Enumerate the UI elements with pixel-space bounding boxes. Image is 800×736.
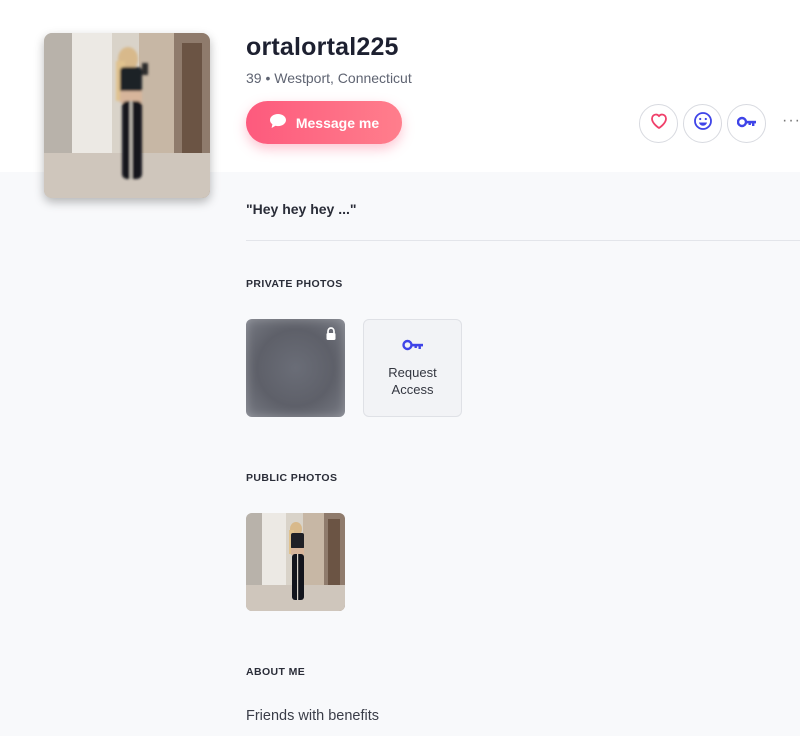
- key-icon: [736, 115, 757, 133]
- smile-icon: [693, 111, 713, 136]
- heart-icon: [650, 113, 668, 134]
- request-access-label: Request Access: [388, 365, 437, 397]
- wink-button[interactable]: [683, 104, 722, 143]
- profile-headline-quote: "Hey hey hey ...": [246, 201, 357, 217]
- public-photo-thumbnail[interactable]: [246, 513, 345, 611]
- private-photos-title: PRIVATE PHOTOS: [246, 278, 343, 290]
- profile-age-location: 39 • Westport, Connecticut: [246, 70, 412, 86]
- chat-bubble-icon: [269, 113, 287, 132]
- profile-avatar[interactable]: [44, 33, 210, 198]
- key-access-button[interactable]: [727, 104, 766, 143]
- message-me-button[interactable]: Message me: [246, 101, 402, 144]
- public-photos-title: PUBLIC PHOTOS: [246, 472, 338, 484]
- lock-icon: [325, 327, 337, 346]
- avatar-photo-image: [44, 33, 210, 198]
- more-options-button[interactable]: ···: [782, 112, 800, 130]
- request-access-button[interactable]: Request Access: [363, 319, 462, 417]
- public-photo-image: [246, 513, 345, 611]
- private-photo-thumbnail[interactable]: [246, 319, 345, 417]
- about-me-text: Friends with benefits: [246, 708, 379, 724]
- profile-username: ortalortal225: [246, 33, 399, 61]
- message-me-label: Message me: [295, 114, 380, 131]
- key-icon: [401, 338, 424, 356]
- about-me-title: ABOUT ME: [246, 666, 306, 678]
- section-divider: [246, 240, 800, 241]
- favorite-button[interactable]: [639, 104, 678, 143]
